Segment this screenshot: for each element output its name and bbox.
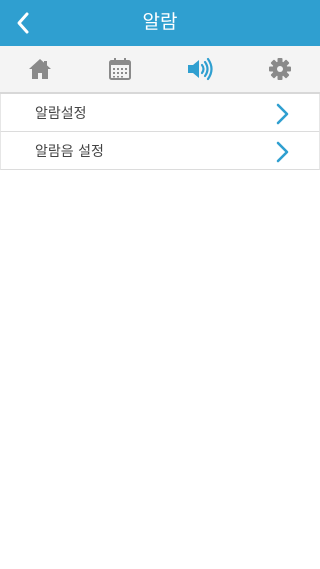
tab-home[interactable]: [0, 46, 80, 92]
menu-item-alarm-sound-settings[interactable]: 알람음 설정: [0, 132, 320, 170]
menu-item-alarm-settings[interactable]: 알람설정: [0, 94, 320, 132]
menu-item-label: 알람설정: [35, 106, 87, 122]
tab-calendar[interactable]: [80, 46, 160, 92]
tab-sound[interactable]: [160, 46, 240, 92]
alarm-screen: 알람 알람설정 알람음 설정: [0, 0, 320, 569]
tab-bar: [0, 46, 320, 94]
gear-icon: [269, 58, 291, 80]
menu-list: 알람설정 알람음 설정: [0, 94, 320, 170]
calendar-icon: [109, 58, 131, 80]
page-title: 알람: [142, 11, 178, 33]
back-button[interactable]: [6, 5, 40, 41]
app-header: 알람: [0, 0, 320, 46]
chevron-right-icon: [276, 103, 289, 125]
home-icon: [29, 59, 51, 79]
menu-item-label: 알람음 설정: [35, 144, 104, 160]
chevron-right-icon: [276, 141, 289, 163]
chevron-left-icon: [17, 12, 29, 34]
tab-settings[interactable]: [240, 46, 320, 92]
speaker-icon: [188, 57, 213, 81]
